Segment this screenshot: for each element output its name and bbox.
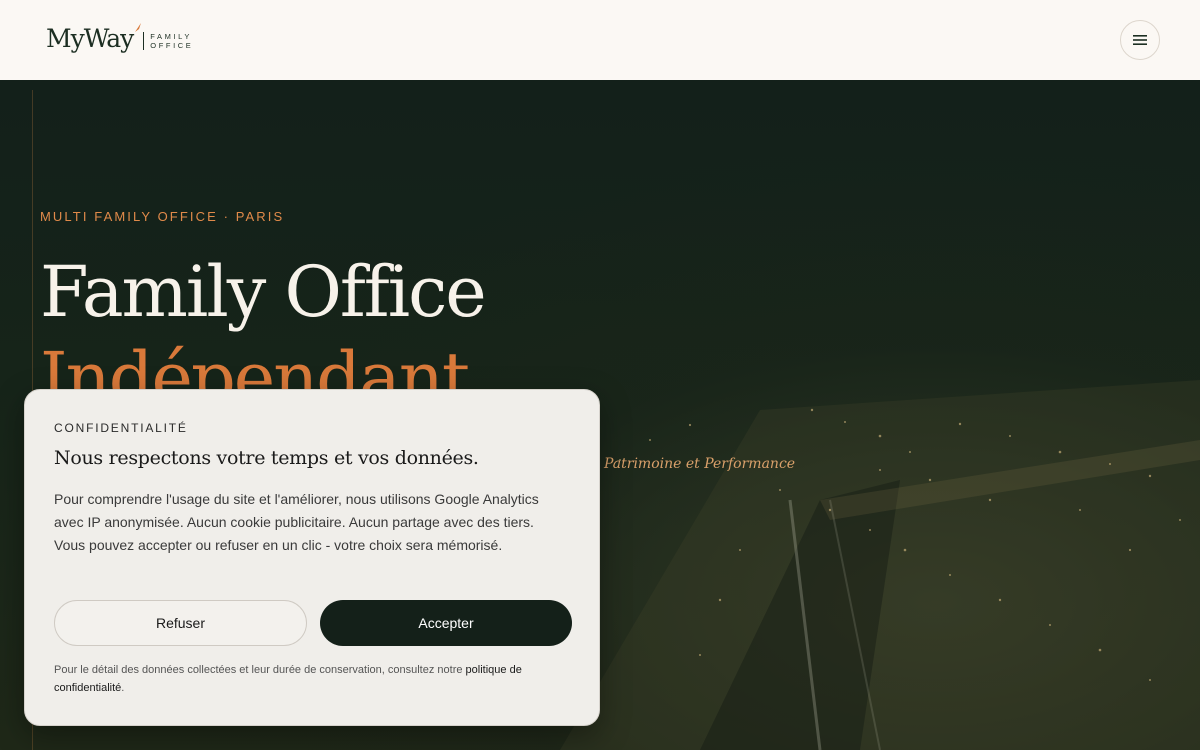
refuse-button[interactable]: Refuser (54, 600, 307, 646)
logo-divider (143, 31, 145, 50)
cookie-eyebrow: CONFIDENTIALITÉ (54, 421, 188, 435)
cookie-description: Pour comprendre l'usage du site et l'amé… (54, 491, 539, 553)
logo-accent-icon (135, 23, 141, 32)
logo[interactable]: MyWay FAMILY OFFICE (46, 23, 193, 53)
cookie-footnote-end: . (121, 682, 125, 694)
cookie-footnote-text: Pour le détail des données collectées et… (54, 664, 466, 676)
logo-wordmark: MyWay (46, 24, 134, 53)
site-header: MyWay FAMILY OFFICE (0, 0, 1200, 80)
hero-tagline: Patrimoine et Performance (604, 456, 796, 472)
cookie-title: Nous respectons votre temps et vos donné… (54, 447, 479, 469)
hero-eyebrow: MULTI FAMILY OFFICE · PARIS (40, 209, 285, 224)
menu-button[interactable] (1120, 20, 1160, 60)
logo-sub-line-1: FAMILY (150, 31, 192, 41)
logo-subtitle: FAMILY OFFICE (150, 32, 193, 50)
cookie-footnote: Pour le détail des données collectées et… (54, 661, 554, 697)
cookie-consent-dialog: CONFIDENTIALITÉ Nous respectons votre te… (24, 389, 600, 726)
logo-sub-line-2: OFFICE (150, 40, 194, 50)
hamburger-icon (1133, 35, 1147, 45)
hero-title: Family Office (40, 251, 487, 333)
accept-button[interactable]: Accepter (320, 600, 572, 646)
